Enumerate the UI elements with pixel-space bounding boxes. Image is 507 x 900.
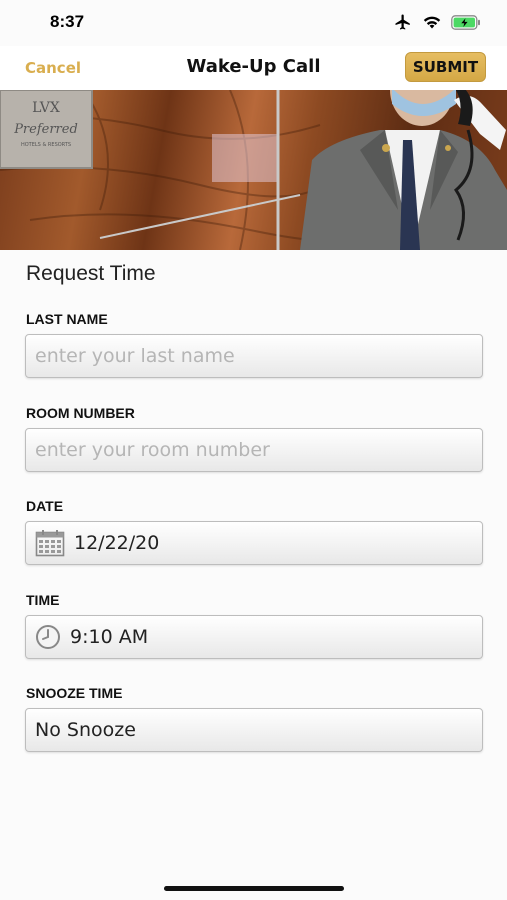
clock-icon [35,624,61,650]
hero-image: LVX Preferred HOTELS & RESORTS [0,90,507,250]
time-picker-field[interactable]: 9:10 AM [25,615,483,659]
airplane-icon [393,13,413,31]
room-number-label: ROOM NUMBER [26,405,135,421]
battery-charging-icon [451,14,481,30]
room-number-input[interactable] [35,429,482,471]
sign-script-text: Preferred [13,122,78,137]
last-name-label: LAST NAME [26,311,108,327]
snooze-time-value: No Snooze [35,719,136,741]
date-picker-field[interactable]: 12/22/20 [25,521,483,565]
last-name-field[interactable] [25,334,483,378]
time-label: TIME [26,592,60,608]
status-time: 8:37 [50,12,85,31]
room-number-field[interactable] [25,428,483,472]
submit-button[interactable]: SUBMIT [405,52,486,82]
snooze-time-label: SNOOZE TIME [26,685,123,701]
section-title: Request Time [26,262,156,285]
sign-sub-text: HOTELS & RESORTS [21,142,71,148]
nav-bar: Cancel Wake-Up Call SUBMIT [0,46,507,90]
wifi-icon [422,14,442,30]
time-value: 9:10 AM [70,626,149,648]
snooze-time-select[interactable]: No Snooze [25,708,483,752]
cancel-button[interactable]: Cancel [25,59,81,77]
date-label: DATE [26,498,64,514]
last-name-input[interactable] [35,335,482,377]
home-indicator [164,886,344,891]
concierge-figure [300,90,507,250]
calendar-icon [35,529,65,557]
sign-brand-text: LVX [32,100,60,116]
date-value: 12/22/20 [74,532,160,554]
status-bar: 8:37 [0,0,507,46]
status-icons [393,13,481,31]
